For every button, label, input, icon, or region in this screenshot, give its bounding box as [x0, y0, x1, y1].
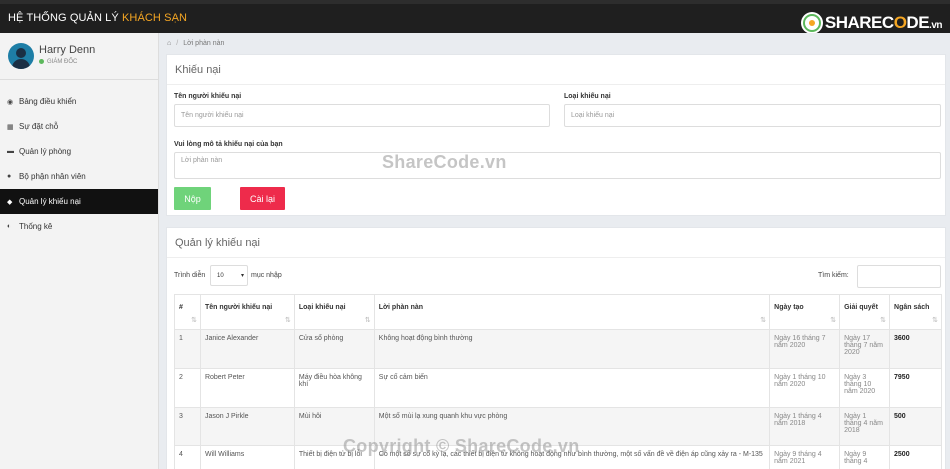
home-icon[interactable]: ⌂ [167, 40, 171, 47]
submit-button[interactable]: Nộp [174, 187, 211, 210]
breadcrumb-current: Lời phàn nàn [183, 39, 225, 47]
comment-icon: ◆ [7, 198, 13, 206]
top-bar: HỆ THỐNG QUẢN LÝ KHÁCH SẠN SHARECODE.vn [0, 0, 950, 35]
table-header-row: # ⇅ Tên người khiếu nại ⇅ Loại khiếu nại ⇅ … [174, 294, 942, 330]
user-role: GIÁM ĐỐC [39, 59, 77, 65]
complaint-description-label: Vui lòng mô tả khiếu nại của bạn [174, 141, 283, 148]
app-title[interactable]: HỆ THỐNG QUẢN LÝ KHÁCH SẠN [8, 12, 187, 24]
column-header-name[interactable]: Tên người khiếu nại ⇅ [199, 294, 295, 330]
page-size-select[interactable]: 10 ▾ [210, 265, 248, 286]
sort-icon: ⇅ [760, 317, 767, 324]
sharecode-logo: SHARECODE.vn [800, 11, 943, 35]
search-input[interactable] [857, 265, 941, 288]
complaint-description-textarea[interactable]: Lời phàn nàn [174, 152, 941, 179]
reset-button[interactable]: Cài lại [240, 187, 285, 210]
sidebar-item-staff[interactable]: ● Bộ phận nhân viên [0, 164, 158, 189]
user-panel: Harry Denn GIÁM ĐỐC [0, 33, 158, 80]
sidebar-item-reservations[interactable]: ▦ Sự đặt chỗ [0, 114, 158, 139]
bed-icon: ▬ [7, 148, 14, 155]
sort-icon: ⇅ [191, 317, 197, 324]
sidebar-item-statistics[interactable]: ◐ Thống kê [0, 214, 158, 239]
sidebar-item-dashboard[interactable]: ◉ Bảng điều khiển [0, 89, 158, 114]
form-title: Khiếu nại [167, 55, 945, 85]
chevron-down-icon: ▾ [240, 273, 244, 279]
app-title-main: HỆ THỐNG QUẢN LÝ [8, 12, 119, 24]
table-row[interactable]: 1 Janice Alexander Cửa sổ phòng Không ho… [174, 329, 942, 369]
column-header-resolved[interactable]: Giải quyết ⇅ [839, 294, 891, 330]
sort-icon: ⇅ [932, 317, 938, 324]
complaint-type-input[interactable]: Loại khiếu nại [564, 104, 941, 127]
table-row[interactable]: 3 Jason J Pirkle Mùi hôi Một số mùi lạ x… [174, 407, 942, 446]
sidebar-item-complaints[interactable]: ◆ Quản lý khiếu nại [0, 189, 158, 214]
online-status-icon [39, 59, 44, 64]
search-label: Tìm kiếm: [818, 272, 849, 279]
calendar-icon: ▦ [7, 123, 14, 131]
column-header-created[interactable]: Ngày tạo ⇅ [769, 294, 841, 330]
user-name: Harry Denn [39, 44, 96, 56]
complaints-table: # ⇅ Tên người khiếu nại ⇅ Loại khiếu nại ⇅ … [174, 294, 942, 469]
sort-icon: ⇅ [285, 317, 291, 324]
table-row[interactable]: 4 Will Williams Thiết bị điện tử bị lỗi … [174, 445, 942, 469]
avatar [8, 43, 34, 69]
users-icon: ● [7, 173, 12, 180]
sharecode-logo-icon [800, 12, 823, 34]
entries-label: mục nhập [251, 272, 282, 279]
column-header-index[interactable]: # ⇅ [174, 294, 201, 330]
page-size-label: Trình diễn [174, 272, 206, 279]
complaint-list-panel: Quản lý khiếu nại Trình diễn 10 ▾ mục nh… [166, 227, 946, 469]
sidebar-nav: ◉ Bảng điều khiển ▦ Sự đặt chỗ ▬ Quản lý ph… [0, 89, 158, 239]
table-row[interactable]: 2 Robert Peter Máy điều hòa không khí Sự… [174, 368, 942, 408]
breadcrumb: ⌂ / Lời phàn nàn [160, 33, 950, 53]
column-header-complaint[interactable]: Lời phàn nàn ⇅ [373, 294, 771, 330]
column-header-type[interactable]: Loại khiếu nại ⇅ [293, 294, 375, 330]
complainant-name-label: Tên người khiếu nại [174, 93, 242, 100]
app-title-highlight: KHÁCH SẠN [121, 12, 188, 24]
sharecode-logo-text: SHARECODE.vn [824, 13, 943, 32]
column-header-budget[interactable]: Ngân sách ⇅ [889, 294, 942, 330]
sidebar: Harry Denn GIÁM ĐỐC ◉ Bảng điều khiển ▦ Sự… [0, 33, 159, 469]
sort-icon: ⇅ [830, 317, 837, 324]
list-title: Quản lý khiếu nại [167, 228, 945, 258]
sidebar-item-rooms[interactable]: ▬ Quản lý phòng [0, 139, 158, 164]
dashboard-icon: ◉ [7, 98, 14, 106]
complaint-type-label: Loại khiếu nại [564, 93, 611, 100]
complainant-name-input[interactable]: Tên người khiếu nại [174, 104, 550, 127]
complaint-form-panel: Khiếu nại Tên người khiếu nại Tên người … [166, 54, 946, 216]
sort-icon: ⇅ [364, 317, 371, 324]
breadcrumb-separator: / [176, 39, 179, 47]
pie-chart-icon: ◐ [7, 223, 12, 230]
sort-icon: ⇅ [880, 317, 887, 324]
